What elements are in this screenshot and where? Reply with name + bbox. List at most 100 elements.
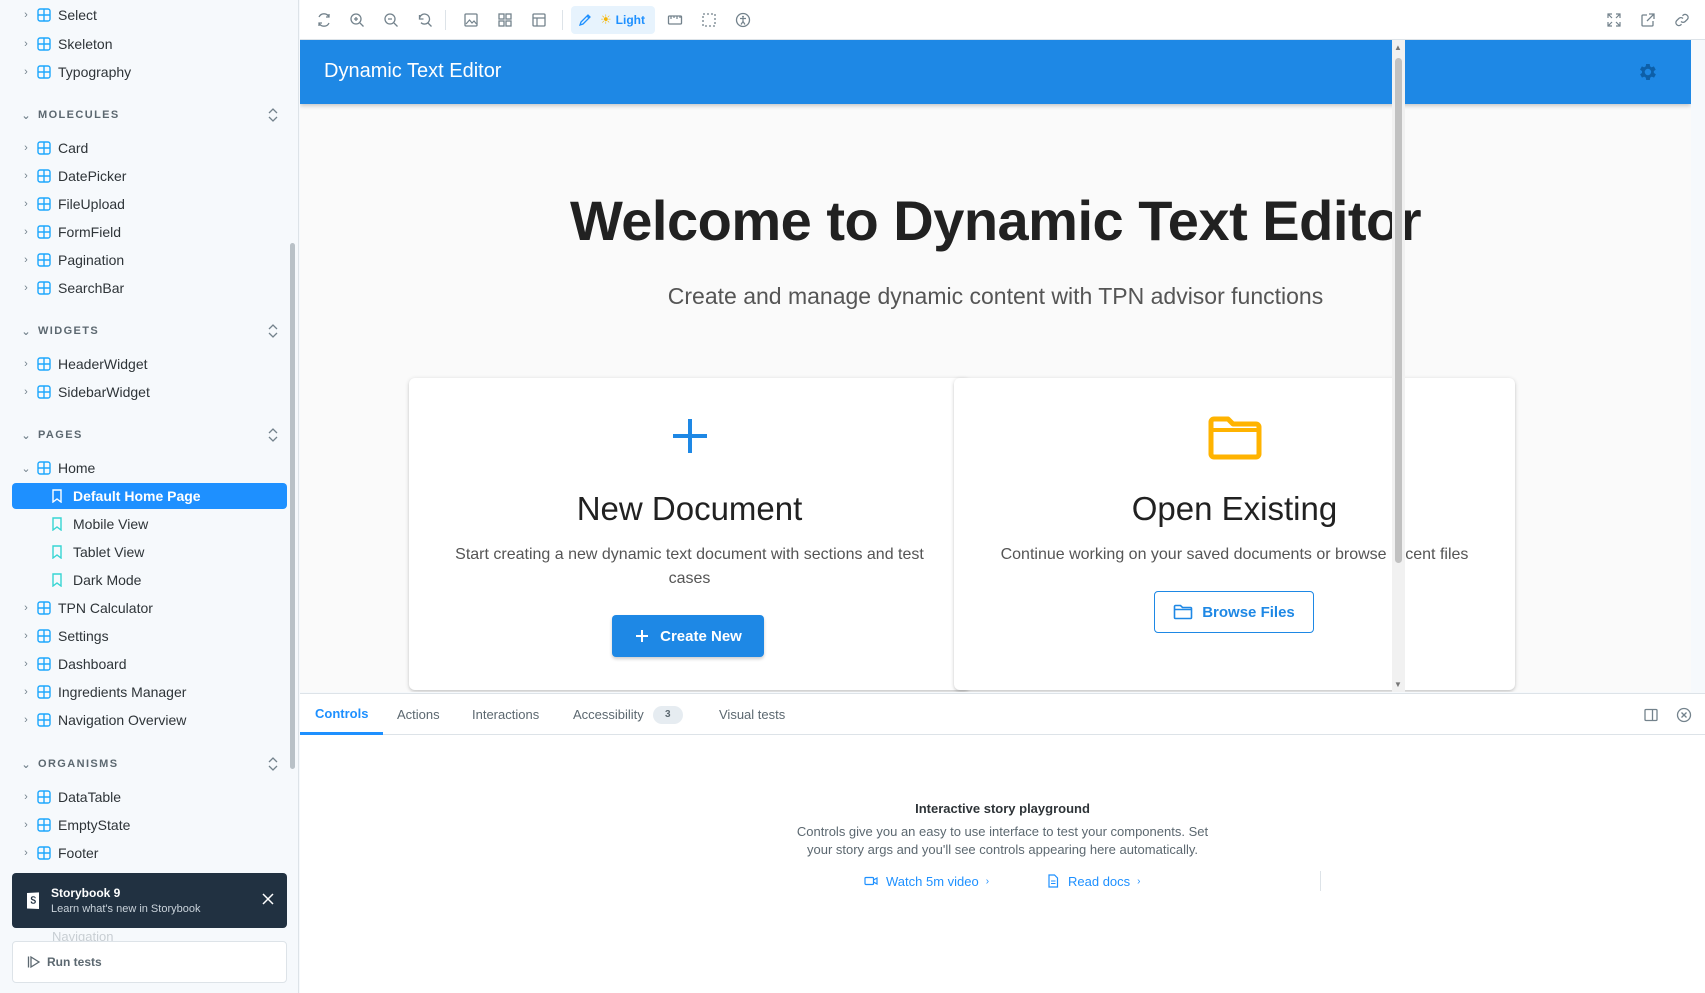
chevron-right-icon: › bbox=[24, 254, 28, 266]
section-organisms[interactable]: ⌄ ORGANISMS bbox=[12, 752, 287, 776]
preview-scrollbar[interactable]: ▲ ▼ bbox=[1392, 40, 1405, 692]
zoom-reset-icon[interactable] bbox=[416, 11, 434, 29]
tab-label: Accessibility bbox=[573, 707, 644, 722]
run-tests-button[interactable]: Run tests bbox=[12, 941, 287, 983]
tree-item-footer[interactable]: › Footer bbox=[12, 840, 287, 866]
browse-files-button[interactable]: Browse Files bbox=[1154, 591, 1314, 633]
tree-item-searchbar[interactable]: › SearchBar bbox=[12, 275, 287, 301]
card-icon-wrap bbox=[954, 416, 1515, 465]
tree-item-settings[interactable]: › Settings bbox=[12, 623, 287, 649]
create-new-button[interactable]: Create New bbox=[612, 615, 764, 657]
tree-item-datatable[interactable]: › DataTable bbox=[12, 784, 287, 810]
tree-item-typography[interactable]: › Typography bbox=[12, 59, 287, 85]
accessibility-icon[interactable] bbox=[734, 11, 752, 29]
component-icon bbox=[37, 629, 51, 643]
tree-item-label: SidebarWidget bbox=[58, 384, 150, 400]
tab-actions[interactable]: Actions bbox=[397, 694, 440, 735]
expand-collapse-icon[interactable] bbox=[265, 323, 281, 339]
tree-item-ingredients-manager[interactable]: › Ingredients Manager bbox=[12, 679, 287, 705]
tree-item-navigation-overview[interactable]: › Navigation Overview bbox=[12, 707, 287, 733]
component-icon bbox=[37, 357, 51, 371]
tree-item-label: Select bbox=[58, 7, 97, 23]
bookmark-icon bbox=[52, 489, 62, 503]
tree-item-label: Typography bbox=[58, 64, 132, 80]
new-document-card[interactable]: New Document Start creating a new dynami… bbox=[409, 378, 970, 690]
tree-item-dashboard[interactable]: › Dashboard bbox=[12, 651, 287, 677]
panel-orientation-icon[interactable] bbox=[1643, 707, 1659, 723]
measure-icon[interactable] bbox=[666, 11, 684, 29]
expand-collapse-icon[interactable] bbox=[265, 756, 281, 772]
section-molecules[interactable]: ⌄ MOLECULES bbox=[12, 103, 287, 127]
theme-toggle-button[interactable]: ☀ Light bbox=[571, 6, 655, 34]
outline-icon[interactable] bbox=[700, 11, 718, 29]
chevron-right-icon: › bbox=[24, 847, 28, 859]
section-pages[interactable]: ⌄ PAGES bbox=[12, 423, 287, 447]
card-description: Start creating a new dynamic text docume… bbox=[455, 546, 924, 587]
tree-item-datepicker[interactable]: › DatePicker bbox=[12, 163, 287, 189]
tab-visual-tests[interactable]: Visual tests bbox=[719, 694, 785, 735]
chevron-right-icon: › bbox=[24, 714, 28, 726]
grid-icon[interactable] bbox=[496, 11, 514, 29]
create-new-label: Create New bbox=[660, 627, 742, 645]
component-icon bbox=[37, 37, 51, 51]
chevron-down-icon: ⌄ bbox=[21, 109, 31, 122]
tree-item-label: Ingredients Manager bbox=[58, 684, 187, 700]
viewport-icon[interactable] bbox=[530, 11, 548, 29]
tree-item-emptystate[interactable]: › EmptyState bbox=[12, 812, 287, 838]
reload-icon[interactable] bbox=[315, 11, 333, 29]
chevron-right-icon: › bbox=[24, 819, 28, 831]
chevron-down-icon: ⌄ bbox=[21, 325, 31, 338]
chevron-right-icon: › bbox=[24, 630, 28, 642]
background-icon[interactable] bbox=[462, 11, 480, 29]
tree-item-tpn-calculator[interactable]: › TPN Calculator bbox=[12, 595, 287, 621]
close-icon[interactable] bbox=[261, 892, 275, 906]
tab-interactions[interactable]: Interactions bbox=[472, 694, 539, 735]
scrollbar-thumb[interactable] bbox=[1395, 58, 1402, 563]
story-mobile-view[interactable]: Mobile View bbox=[12, 511, 287, 537]
zoom-in-icon[interactable] bbox=[348, 11, 366, 29]
story-default-home-page[interactable]: Default Home Page bbox=[12, 483, 287, 509]
bookmark-icon bbox=[52, 517, 62, 531]
bookmark-icon bbox=[52, 545, 62, 559]
app-bar: Dynamic Text Editor bbox=[300, 40, 1691, 104]
tree-item-label: HeaderWidget bbox=[58, 356, 148, 372]
tree-item-card[interactable]: › Card bbox=[12, 135, 287, 161]
expand-collapse-icon[interactable] bbox=[265, 107, 281, 123]
component-icon bbox=[37, 461, 51, 475]
scroll-down-icon[interactable]: ▼ bbox=[1394, 680, 1402, 689]
chevron-right-icon: › bbox=[24, 142, 28, 154]
tree-item-sidebarwidget[interactable]: › SidebarWidget bbox=[12, 379, 287, 405]
close-panel-icon[interactable] bbox=[1676, 707, 1692, 723]
tree-item-pagination[interactable]: › Pagination bbox=[12, 247, 287, 273]
zoom-out-icon[interactable] bbox=[382, 11, 400, 29]
scroll-up-icon[interactable]: ▲ bbox=[1394, 43, 1402, 52]
gear-icon[interactable] bbox=[1636, 61, 1658, 83]
tree-item-headerwidget[interactable]: › HeaderWidget bbox=[12, 351, 287, 377]
tree-item-formfield[interactable]: › FormField bbox=[12, 219, 287, 245]
add-icon bbox=[670, 416, 710, 461]
section-widgets[interactable]: ⌄ WIDGETS bbox=[12, 319, 287, 343]
story-label: Dark Mode bbox=[73, 572, 142, 588]
tree-item-home[interactable]: ⌄ Home bbox=[12, 455, 287, 481]
tree-item-select[interactable]: › Select bbox=[12, 2, 287, 28]
tab-accessibility[interactable]: Accessibility 3 bbox=[573, 694, 683, 735]
story-label: Default Home Page bbox=[73, 488, 201, 504]
chevron-right-icon: › bbox=[24, 791, 28, 803]
tree-item-fileupload[interactable]: › FileUpload bbox=[12, 191, 287, 217]
expand-collapse-icon[interactable] bbox=[265, 427, 281, 443]
fullscreen-icon[interactable] bbox=[1605, 11, 1623, 29]
tab-controls[interactable]: Controls bbox=[300, 694, 384, 735]
story-tablet-view[interactable]: Tablet View bbox=[12, 539, 287, 565]
storybook-logo-icon bbox=[25, 891, 41, 910]
section-title: PAGES bbox=[38, 429, 83, 441]
component-icon bbox=[37, 846, 51, 860]
copy-link-icon[interactable] bbox=[1673, 11, 1691, 29]
story-dark-mode[interactable]: Dark Mode bbox=[12, 567, 287, 593]
watch-video-link[interactable]: Watch 5m video › bbox=[864, 872, 989, 890]
read-docs-link[interactable]: Read docs › bbox=[1046, 872, 1141, 890]
sidebar-scrollbar[interactable] bbox=[290, 243, 295, 769]
open-existing-card[interactable]: Open Existing Continue working on your s… bbox=[954, 378, 1515, 690]
tree-item-skeleton[interactable]: › Skeleton bbox=[12, 31, 287, 57]
whats-new-toast[interactable]: Storybook 9 Learn what's new in Storyboo… bbox=[12, 873, 287, 928]
open-new-tab-icon[interactable] bbox=[1639, 11, 1657, 29]
